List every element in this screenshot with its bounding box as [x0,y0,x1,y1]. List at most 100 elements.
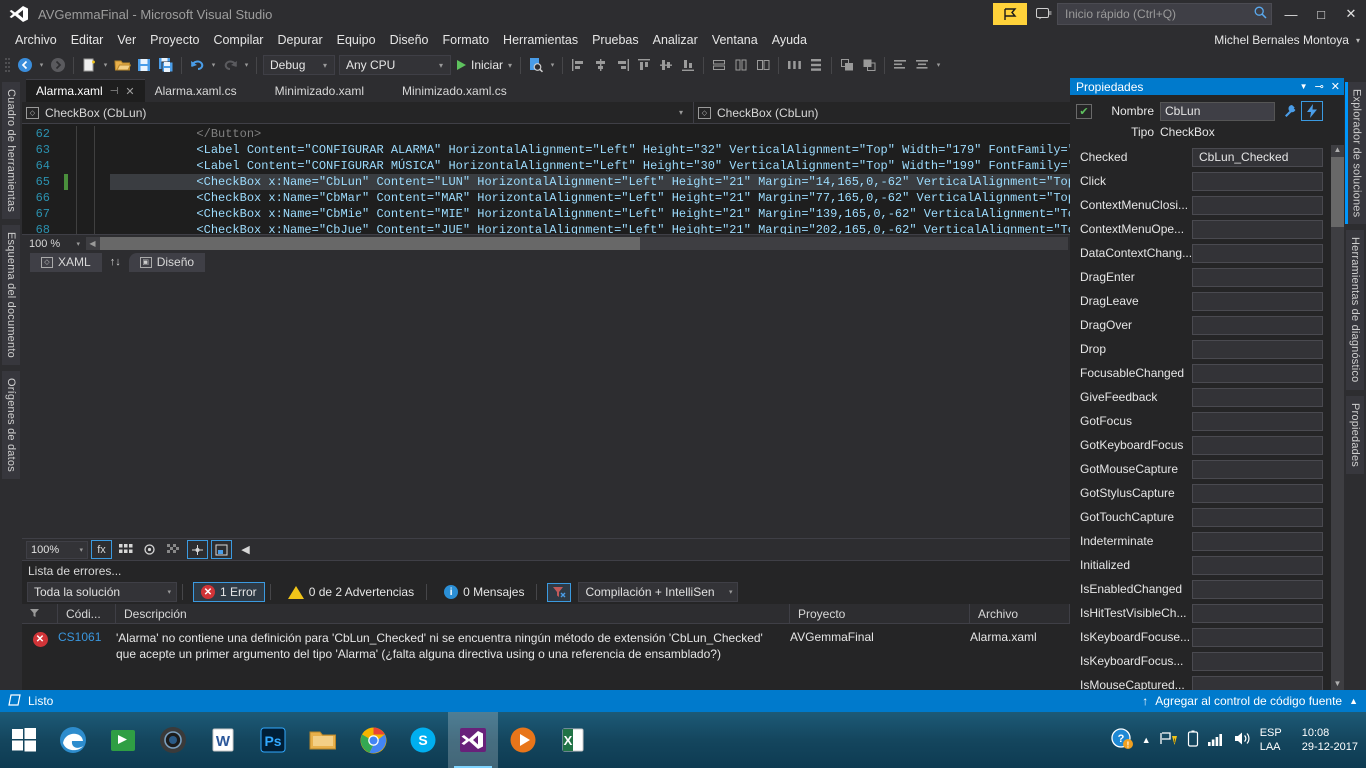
transparency-icon[interactable] [163,540,184,559]
event-row[interactable]: DragOver [1070,313,1331,337]
sidebar-item-data-sources[interactable]: Orígenes de datos [2,370,20,479]
document-outline-icon[interactable] [211,540,232,559]
navigate-back-icon[interactable] [14,54,36,76]
properties-scrollbar[interactable]: ▲ ▼ [1331,145,1344,690]
back-dropdown-caret[interactable]: ▾ [36,54,47,76]
effects-button[interactable]: fx [91,540,112,559]
align-middles-icon[interactable] [655,54,677,76]
editor-horizontal-scrollbar[interactable]: ◀ [86,237,1068,250]
redo-icon[interactable] [219,54,241,76]
column-header-code[interactable]: Códi... [58,603,116,624]
event-row[interactable]: ContextMenuOpe... [1070,217,1331,241]
close-icon[interactable]: ✕ [1331,80,1340,93]
event-handler-input[interactable] [1192,459,1323,479]
event-row[interactable]: DataContextChang... [1070,241,1331,265]
settings-icon[interactable] [139,540,160,559]
tab-minimizado-xaml-cs[interactable]: Minimizado.xaml.cs [392,79,517,102]
grid-icon[interactable] [115,540,136,559]
undo-icon[interactable] [186,54,208,76]
checked-checkbox-icon[interactable]: ✔ [1076,103,1092,119]
event-handler-input[interactable] [1192,603,1323,623]
snap-icon[interactable] [187,540,208,559]
column-header-icon[interactable] [22,603,58,624]
navbar-element-combo-left[interactable]: ◇ CheckBox (CbLun) ▾ [22,101,694,124]
menu-item-ayuda[interactable]: Ayuda [765,30,814,50]
save-icon[interactable] [133,54,155,76]
send-feedback-icon[interactable] [1031,3,1057,25]
event-row[interactable]: Indeterminate [1070,529,1331,553]
undo-caret[interactable]: ▾ [208,54,219,76]
event-handler-input[interactable] [1192,627,1323,647]
event-handler-input[interactable] [1192,195,1323,215]
event-row[interactable]: FocusableChanged [1070,361,1331,385]
align-text-left-icon[interactable] [889,54,911,76]
event-row[interactable]: Drop [1070,337,1331,361]
event-handler-input[interactable] [1192,315,1323,335]
menu-item-formato[interactable]: Formato [436,30,497,50]
scroll-down-icon[interactable]: ▼ [1331,679,1344,690]
scroll-left-icon[interactable]: ◀ [86,237,99,250]
clear-filter-icon[interactable] [547,582,572,602]
messages-filter-button[interactable]: i 0 Mensajes [437,583,531,601]
windows-start-icon[interactable] [0,712,48,768]
event-row[interactable]: IsKeyboardFocuse... [1070,625,1331,649]
solution-platform-combo[interactable]: Any CPU ▾ [339,55,451,75]
align-text-center-icon[interactable] [911,54,933,76]
sidebar-item-diagnostic-tools[interactable]: Herramientas de diagnóstico [1346,230,1364,390]
word-icon[interactable]: W [198,712,248,768]
new-project-caret[interactable]: ▾ [100,54,111,76]
scrollbar-thumb[interactable] [1331,157,1344,227]
lightning-icon[interactable] [1301,101,1323,121]
media-player-icon[interactable] [498,712,548,768]
edge-icon[interactable] [48,712,98,768]
event-row[interactable]: Initialized [1070,553,1331,577]
find-caret[interactable]: ▾ [547,54,558,76]
text-align-caret[interactable]: ▾ [933,54,944,76]
align-rights-icon[interactable] [611,54,633,76]
sidebar-item-toolbox[interactable]: Cuadro de herramientas [2,82,20,220]
make-same-height-icon[interactable] [730,54,752,76]
send-to-back-icon[interactable] [858,54,880,76]
sidebar-item-document-outline[interactable]: Esquema del documento [2,225,20,365]
column-header-project[interactable]: Proyecto [790,603,970,624]
make-same-width-icon[interactable] [708,54,730,76]
save-all-icon[interactable] [155,54,177,76]
chevron-down-icon[interactable]: ▼ [1300,82,1308,91]
redo-caret[interactable]: ▾ [241,54,252,76]
event-handler-input[interactable] [1192,555,1323,575]
event-handler-input[interactable] [1192,651,1323,671]
vertical-spacing-icon[interactable] [805,54,827,76]
skype-icon[interactable]: S [398,712,448,768]
event-row[interactable]: GotMouseCapture [1070,457,1331,481]
warnings-filter-button[interactable]: 0 de 2 Advertencias [281,583,421,601]
excel-icon[interactable]: X [548,712,598,768]
event-handler-input[interactable] [1192,291,1323,311]
bring-to-front-icon[interactable] [836,54,858,76]
event-handler-input[interactable] [1192,267,1323,287]
pin-icon[interactable]: ⊣ [110,86,119,97]
event-row[interactable]: GotStylusCapture [1070,481,1331,505]
table-row[interactable]: ✕ CS1061 'Alarma' no contiene una defini… [22,624,1070,668]
close-button[interactable]: ✕ [1336,0,1366,28]
start-debug-button[interactable]: Iniciar ▾ [453,54,516,76]
wpf-design-surface[interactable]: ⊕ ⊖ ⊖ 165 14 🔗 ⊂⊃ CONFIGURAR ALARMA ▬ ✕ … [22,272,1070,538]
chrome-icon[interactable] [348,712,398,768]
event-handler-input[interactable] [1192,243,1323,263]
event-handler-input[interactable] [1192,339,1323,359]
tab-minimizado-xaml[interactable]: Minimizado.xaml [265,79,374,102]
menu-item-compilar[interactable]: Compilar [206,30,270,50]
sidebar-item-solution-explorer[interactable]: Explorador de soluciones [1344,82,1366,225]
menu-item-proyecto[interactable]: Proyecto [143,30,206,50]
wrench-icon[interactable] [1279,101,1301,121]
event-row[interactable]: IsMouseCaptured... [1070,673,1331,690]
align-tops-icon[interactable] [633,54,655,76]
battery-icon[interactable] [1187,730,1199,750]
camera-icon[interactable] [148,712,198,768]
align-lefts-icon[interactable] [567,54,589,76]
store-icon[interactable] [98,712,148,768]
event-row[interactable]: IsEnabledChanged [1070,577,1331,601]
visual-studio-icon[interactable] [448,712,498,768]
scrollbar-thumb[interactable] [100,237,640,250]
pin-icon[interactable]: ⊸ [1315,80,1324,93]
new-project-icon[interactable] [78,54,100,76]
